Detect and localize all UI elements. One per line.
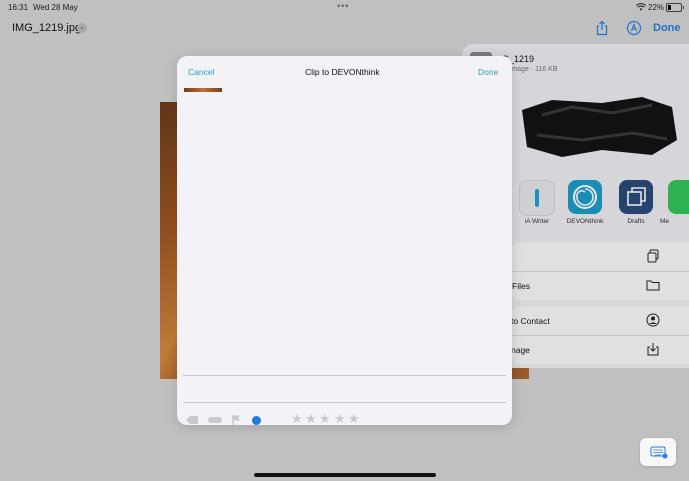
keyboard-button[interactable]: [640, 438, 676, 466]
star-icon[interactable]: ★: [291, 411, 303, 427]
cancel-button[interactable]: Cancel: [188, 67, 214, 77]
star-icon[interactable]: ★: [319, 411, 331, 427]
star-icon[interactable]: ★: [334, 411, 346, 427]
clip-image-thumbnail: [184, 88, 222, 92]
unread-icon[interactable]: [252, 416, 261, 425]
keyboard-icon: [650, 446, 668, 459]
divider: [183, 402, 506, 403]
clip-dialog: [177, 56, 512, 425]
tag-icon[interactable]: [185, 415, 199, 425]
done-button[interactable]: Done: [478, 67, 498, 77]
flag-icon[interactable]: [232, 414, 242, 426]
dialog-title: Clip to DEVONthink: [305, 67, 380, 77]
home-indicator[interactable]: [254, 473, 436, 477]
star-icon[interactable]: ★: [305, 411, 317, 427]
star-icon[interactable]: ★: [348, 411, 360, 427]
label-icon[interactable]: [208, 417, 222, 423]
divider: [183, 375, 506, 376]
